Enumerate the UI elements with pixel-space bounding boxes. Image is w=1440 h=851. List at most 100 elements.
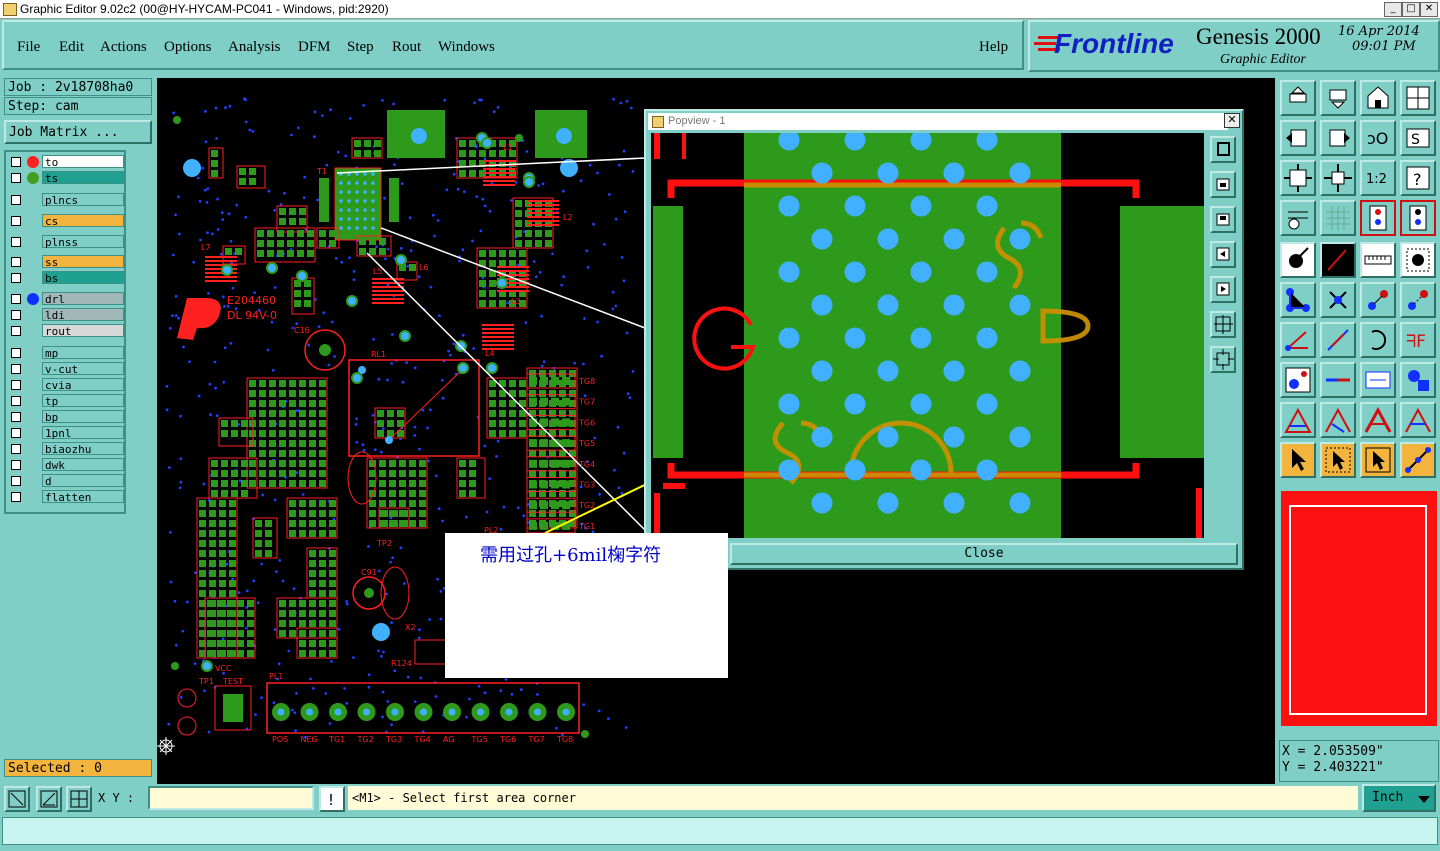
layer-name[interactable]: 1pnl <box>42 426 124 440</box>
layer-name[interactable]: tp <box>42 394 124 408</box>
tool-flip-icon[interactable]: ᖷF <box>1400 322 1436 358</box>
menu-edit[interactable]: Edit <box>59 39 84 56</box>
tool-measure-icon[interactable] <box>1360 242 1396 278</box>
layer-row-v-cut[interactable]: v-cut <box>9 362 124 376</box>
tool-delete-icon[interactable] <box>1320 282 1356 318</box>
layer-checkbox[interactable] <box>11 428 21 438</box>
tool-select-area-icon[interactable] <box>1400 242 1436 278</box>
layer-row-flatten[interactable]: flatten <box>9 490 124 504</box>
layer-name[interactable]: ss <box>42 255 124 269</box>
menu-help[interactable]: Help <box>979 39 1008 56</box>
pop-pan-right-button[interactable] <box>1210 276 1236 303</box>
layer-name[interactable]: mp <box>42 346 124 360</box>
tool-via-pad-icon[interactable] <box>1280 362 1316 398</box>
layer-row-cs[interactable]: cs <box>9 214 124 228</box>
layer-name[interactable]: dwk <box>42 458 124 472</box>
layer-row-mp[interactable]: mp <box>9 346 124 360</box>
layer-checkbox[interactable] <box>11 237 21 247</box>
layer-checkbox[interactable] <box>11 257 21 267</box>
layer-name[interactable]: ts <box>42 171 124 185</box>
tool-mirror-icon[interactable]: ↄO <box>1360 120 1396 156</box>
maximize-button[interactable]: □ <box>1402 2 1420 17</box>
layer-checkbox[interactable] <box>11 273 21 283</box>
tool-triangle-edit-icon[interactable] <box>1320 402 1356 438</box>
layer-checkbox[interactable] <box>11 294 21 304</box>
tool-palette-colors-icon[interactable] <box>1280 200 1316 236</box>
tool-arc-icon[interactable] <box>1360 322 1396 358</box>
layer-row-plncs[interactable]: plncs <box>9 193 124 207</box>
layer-name[interactable]: bp <box>42 410 124 424</box>
layer-row-dwk[interactable]: dwk <box>9 458 124 472</box>
layer-name[interactable]: flatten <box>42 490 124 504</box>
menu-options[interactable]: Options <box>164 39 212 56</box>
menu-dfm[interactable]: DFM <box>298 39 331 56</box>
tool-layer-left-icon[interactable] <box>1280 120 1316 156</box>
layer-name[interactable]: bs <box>42 271 124 285</box>
layer-checkbox[interactable] <box>11 216 21 226</box>
layer-row-d[interactable]: d <box>9 474 124 488</box>
layer-row-plnss[interactable]: plnss <box>9 235 124 249</box>
tool-connect-pads-icon[interactable] <box>1280 282 1316 318</box>
tool-layer-right-icon[interactable] <box>1320 120 1356 156</box>
tool-home-down-icon[interactable] <box>1320 80 1356 116</box>
layer-checkbox[interactable] <box>11 492 21 502</box>
tool-angle-line-icon[interactable] <box>1280 322 1316 358</box>
menu-rout[interactable]: Rout <box>392 39 421 56</box>
pop-zoom-fit-button[interactable] <box>1210 136 1236 163</box>
pop-center-button[interactable] <box>1210 346 1236 373</box>
layer-row-rout[interactable]: rout <box>9 324 124 338</box>
layer-row-ss[interactable]: ss <box>9 255 124 269</box>
layer-row-cvia[interactable]: cvia <box>9 378 124 392</box>
layer-checkbox[interactable] <box>11 310 21 320</box>
layer-checkbox[interactable] <box>11 396 21 406</box>
tool-drill-compare-icon[interactable] <box>1400 200 1436 236</box>
layer-row-bs[interactable]: bs <box>9 271 124 285</box>
tool-pointer-area-icon[interactable] <box>1360 442 1396 478</box>
layer-name[interactable]: ldi <box>42 308 124 322</box>
layer-name[interactable]: v-cut <box>42 362 124 376</box>
layer-name[interactable]: rout <box>42 324 124 338</box>
snap-grid-icon[interactable] <box>66 786 92 812</box>
layer-row-to[interactable]: to <box>9 155 124 169</box>
tool-pointer-icon[interactable] <box>1280 442 1316 478</box>
layer-row-1pnl[interactable]: 1pnl <box>9 426 124 440</box>
layer-checkbox[interactable] <box>11 476 21 486</box>
layer-checkbox[interactable] <box>11 157 21 167</box>
layer-name[interactable]: cs <box>42 214 124 228</box>
tool-zoom-point-icon[interactable] <box>1320 160 1356 196</box>
tool-home-up-icon[interactable] <box>1280 80 1316 116</box>
menu-analysis[interactable]: Analysis <box>228 39 281 56</box>
tool-add-pad-icon[interactable] <box>1280 242 1316 278</box>
layer-row-ts[interactable]: ts <box>9 171 124 185</box>
pop-pan-left-button[interactable] <box>1210 241 1236 268</box>
tool-multi-pad-icon[interactable] <box>1400 362 1436 398</box>
tool-horizontal-line-icon[interactable] <box>1320 362 1356 398</box>
layer-row-bp[interactable]: bp <box>9 410 124 424</box>
pop-zoom-out-button[interactable] <box>1210 206 1236 233</box>
layer-name[interactable]: to <box>42 155 124 169</box>
tool-scale-1-2-icon[interactable]: 1:2 <box>1360 160 1396 196</box>
layer-name[interactable]: biaozhu <box>42 442 124 456</box>
tool-move-icon[interactable] <box>1360 282 1396 318</box>
tool-pointer-box-icon[interactable] <box>1320 442 1356 478</box>
tool-drill-display-icon[interactable] <box>1360 200 1396 236</box>
menu-file[interactable]: File <box>17 39 40 56</box>
popview-close-button[interactable]: Close <box>730 543 1238 565</box>
tool-house-icon[interactable] <box>1360 80 1396 116</box>
tool-add-line-icon[interactable] <box>1320 242 1356 278</box>
tool-line-icon[interactable] <box>1320 322 1356 358</box>
alert-icon[interactable]: ! <box>319 786 345 812</box>
job-matrix-button[interactable]: Job Matrix ... <box>4 120 152 144</box>
popview-zoom-canvas[interactable] <box>651 133 1204 538</box>
layer-row-biaozhu[interactable]: biaozhu <box>9 442 124 456</box>
xy-input[interactable] <box>148 786 314 810</box>
menu-windows[interactable]: Windows <box>438 39 495 56</box>
layer-checkbox[interactable] <box>11 444 21 454</box>
minimize-button[interactable]: _ <box>1384 2 1402 17</box>
tool-copy-icon[interactable] <box>1400 282 1436 318</box>
menu-step[interactable]: Step <box>347 39 374 56</box>
popview-close-icon[interactable]: ✕ <box>1224 113 1240 128</box>
layer-name[interactable]: plncs <box>42 193 124 207</box>
pop-fit-all-button[interactable] <box>1210 311 1236 338</box>
units-selector[interactable]: Inch <box>1362 784 1436 812</box>
